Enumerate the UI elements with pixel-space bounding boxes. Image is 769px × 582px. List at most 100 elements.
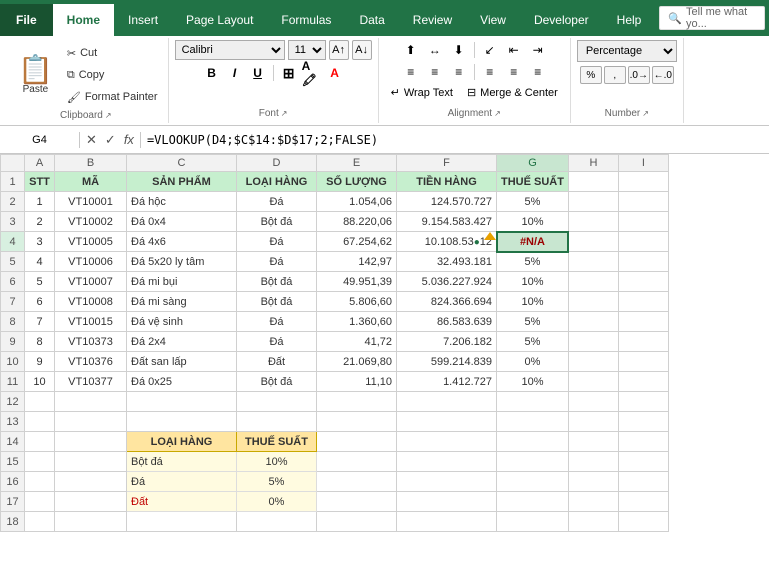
- cell-a18[interactable]: [25, 512, 55, 532]
- row-num[interactable]: 8: [1, 312, 25, 332]
- cell-f17[interactable]: [397, 492, 497, 512]
- row-num[interactable]: 3: [1, 212, 25, 232]
- row-num[interactable]: 1: [1, 172, 25, 192]
- cell-i3[interactable]: [618, 212, 668, 232]
- cell-f10[interactable]: 599.214.839: [397, 352, 497, 372]
- col-header-b[interactable]: B: [55, 155, 127, 172]
- cell-i10[interactable]: [618, 352, 668, 372]
- formula-input[interactable]: [141, 131, 769, 149]
- row-num[interactable]: 10: [1, 352, 25, 372]
- alignment-expand-icon[interactable]: ↗: [494, 109, 501, 118]
- cell-i18[interactable]: [618, 512, 668, 532]
- cell-b2[interactable]: VT10001: [55, 192, 127, 212]
- cell-c2[interactable]: Đá hộc: [127, 192, 237, 212]
- cell-h6[interactable]: [568, 272, 618, 292]
- cell-c15[interactable]: Bột đá: [127, 452, 237, 472]
- cell-c1[interactable]: SẢN PHẨM: [127, 172, 237, 192]
- insert-function-button[interactable]: fx: [122, 132, 136, 147]
- cell-c8[interactable]: Đá vệ sinh: [127, 312, 237, 332]
- cell-h1[interactable]: [568, 172, 618, 192]
- cell-h9[interactable]: [568, 332, 618, 352]
- cell-i9[interactable]: [618, 332, 668, 352]
- cell-b16[interactable]: [55, 472, 127, 492]
- cell-g7[interactable]: 10%: [497, 292, 569, 312]
- cell-i4[interactable]: [618, 232, 668, 252]
- cell-a14[interactable]: [25, 432, 55, 452]
- cell-d8[interactable]: Đá: [237, 312, 317, 332]
- cell-a3[interactable]: 2: [25, 212, 55, 232]
- cell-b3[interactable]: VT10002: [55, 212, 127, 232]
- cell-f1[interactable]: TIỀN HÀNG: [397, 172, 497, 192]
- cell-a17[interactable]: [25, 492, 55, 512]
- cell-i15[interactable]: [618, 452, 668, 472]
- cell-b10[interactable]: VT10376: [55, 352, 127, 372]
- row-num[interactable]: 7: [1, 292, 25, 312]
- cell-f12[interactable]: [397, 392, 497, 412]
- col-header-f[interactable]: F: [397, 155, 497, 172]
- cell-a10[interactable]: 9: [25, 352, 55, 372]
- tab-formulas[interactable]: Formulas: [267, 4, 345, 36]
- cell-f2[interactable]: 124.570.727: [397, 192, 497, 212]
- font-size-select[interactable]: 11: [288, 40, 326, 60]
- align-extra2[interactable]: ≡: [503, 62, 525, 82]
- cell-g15[interactable]: [497, 452, 569, 472]
- cell-h8[interactable]: [568, 312, 618, 332]
- cell-h11[interactable]: [568, 372, 618, 392]
- font-name-select[interactable]: Calibri: [175, 40, 285, 60]
- cell-b12[interactable]: [55, 392, 127, 412]
- cell-a6[interactable]: 5: [25, 272, 55, 292]
- font-color-button[interactable]: A: [325, 63, 345, 83]
- cell-d17[interactable]: 0%: [237, 492, 317, 512]
- cell-c3[interactable]: Đá 0x4: [127, 212, 237, 232]
- cell-e4[interactable]: 67.254,62: [317, 232, 397, 252]
- cell-b9[interactable]: VT10373: [55, 332, 127, 352]
- cell-e15[interactable]: [317, 452, 397, 472]
- cell-e9[interactable]: 41,72: [317, 332, 397, 352]
- cell-d10[interactable]: Đất: [237, 352, 317, 372]
- align-bottom-button[interactable]: ⬇: [448, 40, 470, 60]
- align-top-button[interactable]: ⬆: [400, 40, 422, 60]
- cell-i2[interactable]: [618, 192, 668, 212]
- cell-f8[interactable]: 86.583.639: [397, 312, 497, 332]
- tab-review[interactable]: Review: [399, 4, 466, 36]
- row-num[interactable]: 14: [1, 432, 25, 452]
- fill-color-button[interactable]: A🖍: [302, 63, 322, 83]
- cell-f3[interactable]: 9.154.583.427: [397, 212, 497, 232]
- cell-d9[interactable]: Đá: [237, 332, 317, 352]
- font-expand-icon[interactable]: ↗: [281, 109, 288, 118]
- row-num[interactable]: 11: [1, 372, 25, 392]
- cell-i12[interactable]: [618, 392, 668, 412]
- decimal-decrease-button[interactable]: ←.0: [652, 66, 674, 84]
- cell-g10[interactable]: 0%: [497, 352, 569, 372]
- cell-b15[interactable]: [55, 452, 127, 472]
- cell-d14[interactable]: THUẾ SUẤT: [237, 432, 317, 452]
- cell-f16[interactable]: [397, 472, 497, 492]
- underline-button[interactable]: U: [248, 63, 268, 83]
- cell-h3[interactable]: [568, 212, 618, 232]
- cell-d6[interactable]: Bột đá: [237, 272, 317, 292]
- cell-e16[interactable]: [317, 472, 397, 492]
- cell-e7[interactable]: 5.806,60: [317, 292, 397, 312]
- cell-a1[interactable]: STT: [25, 172, 55, 192]
- cell-f14[interactable]: [397, 432, 497, 452]
- cell-h5[interactable]: [568, 252, 618, 272]
- row-num[interactable]: 5: [1, 252, 25, 272]
- align-extra3[interactable]: ≡: [527, 62, 549, 82]
- tab-insert[interactable]: Insert: [114, 4, 172, 36]
- cell-c4[interactable]: Đá 4x6: [127, 232, 237, 252]
- cell-h4[interactable]: [568, 232, 618, 252]
- col-header-e[interactable]: E: [317, 155, 397, 172]
- cell-c10[interactable]: Đất san lấp: [127, 352, 237, 372]
- cell-d15[interactable]: 10%: [237, 452, 317, 472]
- cell-i5[interactable]: [618, 252, 668, 272]
- merge-center-button[interactable]: ⊟ Merge & Center: [461, 84, 564, 101]
- cancel-formula-button[interactable]: ✕: [84, 132, 99, 148]
- cell-f9[interactable]: 7.206.182: [397, 332, 497, 352]
- cell-g18[interactable]: [497, 512, 569, 532]
- cell-b8[interactable]: VT10015: [55, 312, 127, 332]
- cell-b4[interactable]: VT10005: [55, 232, 127, 252]
- cell-h18[interactable]: [568, 512, 618, 532]
- cell-b5[interactable]: VT10006: [55, 252, 127, 272]
- confirm-formula-button[interactable]: ✓: [103, 132, 118, 148]
- row-num[interactable]: 2: [1, 192, 25, 212]
